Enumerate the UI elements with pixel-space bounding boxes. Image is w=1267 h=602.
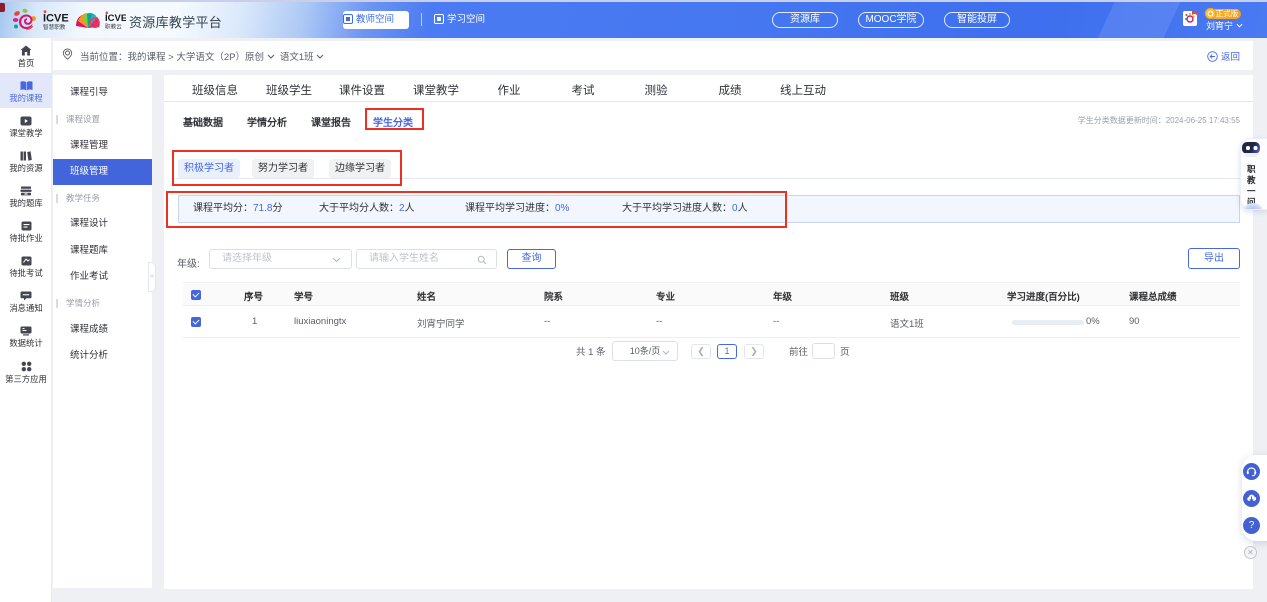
svg-text:智慧职教: 智慧职教 — [43, 23, 66, 31]
svg-text:ICVE: ICVE — [105, 13, 126, 24]
svg-text:ICVE: ICVE — [43, 13, 69, 25]
svg-text:职教云: 职教云 — [105, 23, 122, 31]
